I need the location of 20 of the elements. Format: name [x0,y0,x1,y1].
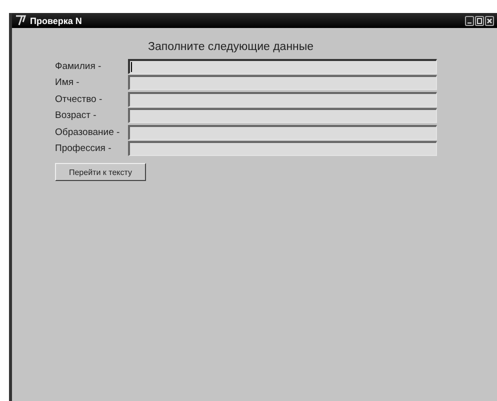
input-field[interactable] [128,108,437,124]
go-to-text-button[interactable]: Перейти к тексту [55,163,146,181]
field-label: Профессия - [55,143,112,154]
maximize-icon[interactable] [475,16,484,26]
input-field[interactable] [128,58,437,74]
field-label: Отчество - [55,94,104,105]
window-title: Проверка N [30,16,83,26]
close-icon[interactable] [485,16,494,26]
field-label: Фамилия - [55,60,102,72]
field-label: Имя - [55,77,80,88]
input-field[interactable] [128,75,437,90]
input-field[interactable] [128,92,437,107]
field-label: Образование - [55,126,121,138]
app-logo-icon [15,15,27,26]
minimize-icon[interactable] [465,16,474,26]
text-cursor [131,62,132,72]
form-heading: Заполните следующие данные [148,41,314,53]
input-field[interactable] [128,141,437,156]
input-field[interactable] [128,124,437,140]
field-label: Возраст - [55,110,98,122]
